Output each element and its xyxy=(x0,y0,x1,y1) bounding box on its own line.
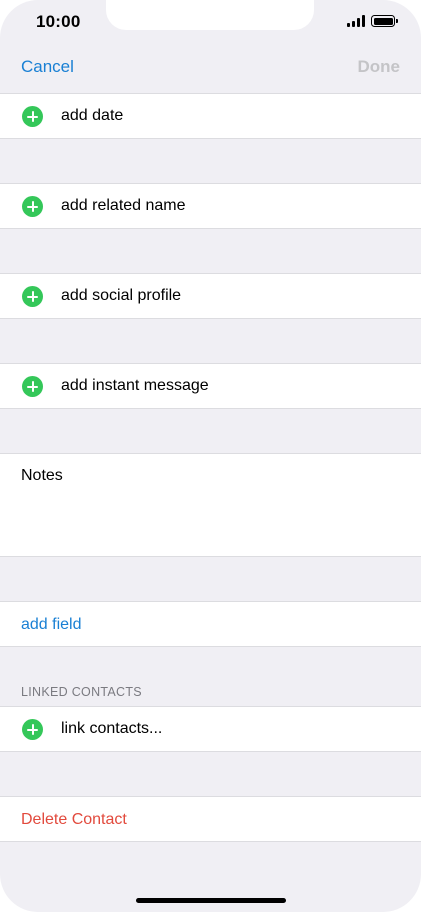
phone-screen: 10:00 Cancel Done add date add related n… xyxy=(0,0,421,912)
home-indicator[interactable] xyxy=(136,898,286,903)
add-related-name-label: add related name xyxy=(61,197,186,214)
delete-contact-button[interactable]: Delete Contact xyxy=(21,811,127,829)
add-social-profile-row[interactable]: add social profile xyxy=(0,273,421,319)
plus-circle-icon[interactable] xyxy=(22,719,43,740)
status-bar: 10:00 xyxy=(0,0,421,44)
plus-circle-icon[interactable] xyxy=(22,376,43,397)
add-related-name-row[interactable]: add related name xyxy=(0,183,421,229)
delete-contact-row[interactable]: Delete Contact xyxy=(0,796,421,842)
cellular-signal-icon xyxy=(347,15,365,27)
add-instant-message-row[interactable]: add instant message xyxy=(0,363,421,409)
status-time: 10:00 xyxy=(36,12,81,31)
add-instant-message-label: add instant message xyxy=(61,377,209,394)
cancel-button[interactable]: Cancel xyxy=(21,57,74,77)
plus-circle-icon[interactable] xyxy=(22,286,43,307)
notes-field[interactable]: Notes xyxy=(0,453,421,557)
plus-circle-icon[interactable] xyxy=(22,106,43,127)
add-social-profile-label: add social profile xyxy=(61,287,182,304)
status-icons xyxy=(347,15,398,27)
add-field-row[interactable]: add field xyxy=(0,601,421,647)
navigation-bar: Cancel Done xyxy=(0,44,421,93)
add-date-label: add date xyxy=(61,107,124,124)
notch xyxy=(106,0,314,30)
linked-contacts-header: LINKED CONTACTS xyxy=(21,685,142,699)
plus-circle-icon[interactable] xyxy=(22,196,43,217)
battery-icon xyxy=(371,15,398,27)
add-date-row[interactable]: add date xyxy=(0,93,421,139)
add-field-button[interactable]: add field xyxy=(21,616,82,634)
notes-label: Notes xyxy=(21,467,63,484)
link-contacts-label: link contacts... xyxy=(61,720,163,737)
link-contacts-row[interactable]: link contacts... xyxy=(0,706,421,752)
done-button[interactable]: Done xyxy=(358,57,401,77)
